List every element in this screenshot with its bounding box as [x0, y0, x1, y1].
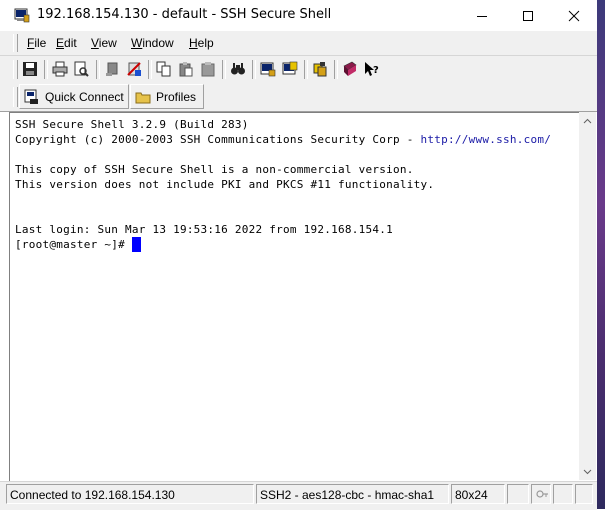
new-window-icon	[127, 62, 141, 76]
save-button[interactable]	[20, 59, 40, 79]
help-book-icon	[343, 61, 357, 76]
title-bar[interactable]: 192.168.154.130 - default - SSH Secure S…	[0, 0, 597, 32]
window-title: 192.168.154.130 - default - SSH Secure S…	[37, 7, 332, 22]
terminal-cursor	[132, 237, 141, 252]
toolbar: ?	[0, 56, 597, 84]
scroll-down-button[interactable]	[579, 463, 596, 480]
desktop-background	[597, 0, 605, 509]
menu-bar: File Edit View Window Help	[0, 31, 597, 56]
file-transfer-icon	[313, 62, 327, 77]
maximize-button[interactable]	[505, 0, 551, 31]
key-icon	[536, 490, 548, 498]
file-transfer-button[interactable]	[310, 59, 330, 79]
paste-selection-button[interactable]	[198, 59, 218, 79]
quick-connect-button[interactable]: Quick Connect	[19, 84, 129, 109]
terminal-area[interactable]: SSH Secure Shell 3.2.9 (Build 283) Copyr…	[9, 112, 580, 481]
new-window-button[interactable]	[124, 59, 144, 79]
disconnect-icon	[106, 62, 118, 76]
terminal-prompt: [root@master ~]#	[15, 238, 132, 251]
profiles-label: Profiles	[156, 89, 197, 104]
encryption-status-panel	[531, 484, 551, 504]
terminal-line: SSH Secure Shell 3.2.9 (Build 283)	[15, 118, 249, 131]
maximize-icon	[523, 10, 533, 21]
chevron-up-icon	[583, 118, 592, 123]
print-preview-icon	[74, 61, 89, 77]
whats-this-icon: ?	[365, 62, 379, 76]
menu-window[interactable]: Window	[131, 36, 174, 50]
chevron-down-icon	[583, 469, 592, 474]
status-bar: Connected to 192.168.154.130 SSH2 - aes1…	[0, 481, 597, 510]
find-icon	[231, 63, 245, 75]
copyright-url[interactable]: http://www.ssh.com/	[420, 133, 551, 146]
cipher-status: SSH2 - aes128-cbc - hmac-sha1	[256, 484, 449, 504]
copy-icon	[156, 61, 171, 77]
close-button[interactable]	[551, 0, 597, 31]
quick-connect-bar: Quick Connect Profiles	[0, 83, 597, 112]
terminal-line: Copyright (c) 2000-2003 SSH Communicatio…	[15, 133, 552, 146]
terminal-line: Last login: Sun Mar 13 19:53:16 2022 fro…	[15, 223, 393, 236]
svg-text:?: ?	[373, 65, 379, 76]
whats-this-button[interactable]: ?	[362, 59, 382, 79]
terminal-line: This version does not include PKI and PK…	[15, 178, 435, 191]
menu-file[interactable]: File	[27, 36, 46, 50]
toolbar-separator	[44, 60, 48, 79]
status-panel-blank	[507, 484, 529, 504]
minimize-icon	[477, 15, 487, 17]
quick-connect-icon	[24, 89, 40, 105]
folder-icon	[135, 89, 151, 105]
print-button[interactable]	[50, 59, 70, 79]
paste-selection-icon	[201, 62, 215, 77]
toolbar-separator	[222, 60, 226, 79]
paste-icon	[179, 62, 193, 77]
quick-connect-label: Quick Connect	[45, 89, 124, 104]
print-preview-button[interactable]	[71, 59, 91, 79]
toolbar-separator	[148, 60, 152, 79]
profile-settings-button[interactable]	[280, 59, 300, 79]
quickconnect-grip[interactable]	[13, 87, 18, 107]
profiles-button[interactable]: Profiles	[130, 84, 204, 109]
menu-help[interactable]: Help	[189, 36, 214, 50]
close-icon	[568, 10, 580, 21]
toolbar-separator	[304, 60, 308, 79]
terminal-size: 80x24	[451, 484, 505, 504]
toolbar-separator	[252, 60, 256, 79]
menubar-grip[interactable]	[13, 34, 18, 52]
toolbar-separator	[96, 60, 100, 79]
menu-edit[interactable]: Edit	[56, 36, 77, 50]
help-button[interactable]	[340, 59, 360, 79]
status-panel-blank	[553, 484, 573, 504]
toolbar-grip[interactable]	[13, 60, 18, 79]
menu-view[interactable]: View	[91, 36, 117, 50]
settings-button[interactable]	[258, 59, 278, 79]
toolbar-separator	[334, 60, 338, 79]
connection-status: Connected to 192.168.154.130	[6, 484, 254, 504]
scroll-up-button[interactable]	[579, 112, 596, 129]
find-button[interactable]	[228, 59, 248, 79]
vertical-scrollbar[interactable]	[579, 112, 596, 480]
terminal-line: This copy of SSH Secure Shell is a non-c…	[15, 163, 414, 176]
settings-icon	[260, 62, 276, 77]
print-icon	[52, 61, 68, 77]
minimize-button[interactable]	[459, 0, 505, 31]
ssh-app-icon	[14, 7, 30, 23]
save-icon	[23, 62, 37, 76]
resize-grip[interactable]	[575, 484, 593, 504]
copy-button[interactable]	[154, 59, 174, 79]
paste-button[interactable]	[176, 59, 196, 79]
profile-settings-icon	[282, 61, 298, 75]
disconnect-button[interactable]	[102, 59, 122, 79]
